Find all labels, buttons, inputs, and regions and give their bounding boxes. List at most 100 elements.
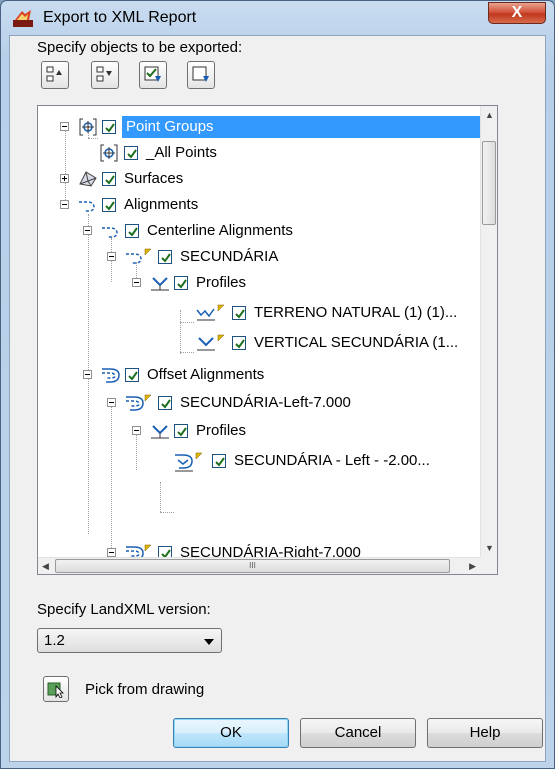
surface-icon bbox=[79, 171, 97, 187]
checkbox[interactable] bbox=[125, 368, 139, 382]
check-all-icon bbox=[144, 66, 161, 82]
scroll-right-icon[interactable]: ▶ bbox=[469, 561, 476, 572]
version-value: 1.2 bbox=[44, 632, 65, 649]
tree-item-label: Surfaces bbox=[124, 170, 184, 187]
checkbox[interactable] bbox=[102, 120, 116, 134]
offset-alignment-icon bbox=[126, 394, 152, 411]
tree-item-label: SECUNDÁRIA bbox=[180, 248, 279, 265]
tree-item-offset-alignments[interactable]: Offset Alignments bbox=[38, 364, 478, 386]
collapse-all-icon bbox=[96, 66, 112, 82]
tree-item-centerline-alignments[interactable]: Centerline Alignments bbox=[38, 220, 478, 242]
tree-item-label: Alignments bbox=[124, 196, 199, 213]
tree-item-surfaces[interactable]: Surfaces bbox=[38, 168, 478, 190]
tree-item-secundaria[interactable]: SECUNDÁRIA bbox=[38, 246, 478, 268]
tree-item-label: VERTICAL SECUNDÁRIA (1... bbox=[254, 334, 459, 351]
alignment-icon bbox=[126, 248, 152, 264]
expand-toggle[interactable] bbox=[60, 174, 69, 183]
profile-icon bbox=[197, 334, 225, 351]
uncheck-all-icon bbox=[192, 66, 209, 82]
checkbox[interactable] bbox=[232, 306, 246, 320]
tree-item-vertical-secundaria[interactable]: VERTICAL SECUNDÁRIA (1... bbox=[38, 332, 482, 354]
tree-connector bbox=[160, 482, 161, 512]
object-tree[interactable]: Point Groups _All Points Surfaces Alignm… bbox=[37, 105, 498, 575]
checkbox[interactable] bbox=[232, 336, 246, 350]
tree-item-profiles[interactable]: Profiles bbox=[38, 272, 478, 294]
profile-icon bbox=[151, 277, 169, 291]
specify-objects-label: Specify objects to be exported: bbox=[37, 39, 243, 56]
point-group-icon bbox=[100, 144, 118, 162]
collapse-toggle[interactable] bbox=[107, 252, 116, 261]
tree-connector bbox=[160, 512, 174, 513]
scroll-up-icon[interactable]: ▲ bbox=[485, 110, 494, 120]
tree-item-label: Point Groups bbox=[126, 118, 214, 135]
alignment-icon bbox=[102, 227, 118, 238]
collapse-toggle[interactable] bbox=[83, 226, 92, 235]
collapse-toggle[interactable] bbox=[132, 426, 141, 435]
landxml-version-select[interactable]: 1.2 bbox=[37, 628, 222, 653]
tree-item-all-points[interactable]: _All Points bbox=[38, 142, 478, 164]
scroll-corner bbox=[480, 557, 497, 574]
tree-item-secundaria-left-profile[interactable]: SECUNDÁRIA - Left - -2.00... bbox=[38, 450, 482, 472]
help-button[interactable]: Help bbox=[427, 718, 543, 748]
alignment-icon bbox=[79, 201, 95, 212]
tree-item-label: TERRENO NATURAL (1) (1)... bbox=[254, 304, 458, 321]
civil3d-app-icon bbox=[13, 10, 33, 27]
profile-icon bbox=[151, 425, 169, 439]
checkbox[interactable] bbox=[158, 250, 172, 264]
tree-item-secundaria-left[interactable]: SECUNDÁRIA-Left-7.000 bbox=[38, 392, 478, 414]
pick-icon bbox=[47, 682, 64, 698]
vertical-scrollbar[interactable]: ▲ ▼ bbox=[480, 106, 497, 557]
tree-item-alignments[interactable]: Alignments bbox=[38, 194, 478, 216]
tree-item-label: _All Points bbox=[146, 144, 217, 161]
chevron-down-icon bbox=[204, 639, 214, 645]
collapse-toggle[interactable] bbox=[107, 548, 116, 557]
window-title: Export to XML Report bbox=[43, 9, 197, 26]
checkbox[interactable] bbox=[174, 276, 188, 290]
pick-from-drawing-label: Pick from drawing bbox=[85, 681, 205, 698]
tree-connector bbox=[88, 138, 98, 139]
collapse-all-button[interactable] bbox=[91, 61, 119, 89]
collapse-toggle[interactable] bbox=[60, 200, 69, 209]
checkbox[interactable] bbox=[212, 454, 226, 468]
uncheck-all-button[interactable] bbox=[187, 61, 215, 89]
checkbox[interactable] bbox=[102, 172, 116, 186]
close-button[interactable]: X bbox=[488, 2, 546, 24]
checkbox[interactable] bbox=[174, 424, 188, 438]
scroll-left-icon[interactable]: ◀ bbox=[42, 561, 49, 572]
point-group-icon bbox=[79, 118, 97, 136]
title-bar: Export to XML Report X bbox=[1, 1, 554, 35]
horizontal-scroll-thumb[interactable]: III bbox=[55, 559, 450, 573]
scroll-down-icon[interactable]: ▼ bbox=[485, 543, 494, 553]
collapse-toggle[interactable] bbox=[83, 370, 92, 379]
collapse-toggle[interactable] bbox=[60, 122, 69, 131]
checkbox[interactable] bbox=[158, 396, 172, 410]
expand-all-icon bbox=[46, 66, 62, 82]
scroll-grip: III bbox=[249, 561, 256, 570]
pick-from-drawing-button[interactable] bbox=[43, 676, 69, 702]
collapse-toggle[interactable] bbox=[107, 398, 116, 407]
checkbox[interactable] bbox=[102, 198, 116, 212]
tree-item-point-groups[interactable]: Point Groups bbox=[38, 116, 482, 138]
cancel-button[interactable]: Cancel bbox=[300, 718, 416, 748]
tree-item-label: Profiles bbox=[196, 274, 247, 291]
offset-profile-icon bbox=[175, 452, 203, 472]
profile-surface-icon bbox=[196, 304, 225, 321]
close-icon: X bbox=[511, 4, 523, 21]
specify-version-label: Specify LandXML version: bbox=[37, 601, 211, 618]
expand-all-button[interactable] bbox=[41, 61, 69, 89]
tree-item-label: Centerline Alignments bbox=[147, 222, 293, 239]
offset-alignment-icon bbox=[102, 368, 120, 383]
tree-item-label: SECUNDÁRIA - Left - -2.00... bbox=[234, 452, 430, 469]
tree-item-label: Profiles bbox=[196, 422, 247, 439]
vertical-scroll-thumb[interactable] bbox=[482, 141, 496, 225]
collapse-toggle[interactable] bbox=[132, 278, 141, 287]
tree-item-terreno-natural[interactable]: TERRENO NATURAL (1) (1)... bbox=[38, 302, 482, 324]
checkbox[interactable] bbox=[124, 146, 138, 160]
tree-item-label: SECUNDÁRIA-Left-7.000 bbox=[180, 394, 351, 411]
tree-item-profiles-offset[interactable]: Profiles bbox=[38, 420, 478, 442]
tree-item-label: Offset Alignments bbox=[147, 366, 265, 383]
ok-button[interactable]: OK bbox=[173, 718, 289, 748]
checkbox[interactable] bbox=[125, 224, 139, 238]
check-all-button[interactable] bbox=[139, 61, 167, 89]
horizontal-scrollbar[interactable]: ◀ III ▶ bbox=[38, 557, 480, 574]
